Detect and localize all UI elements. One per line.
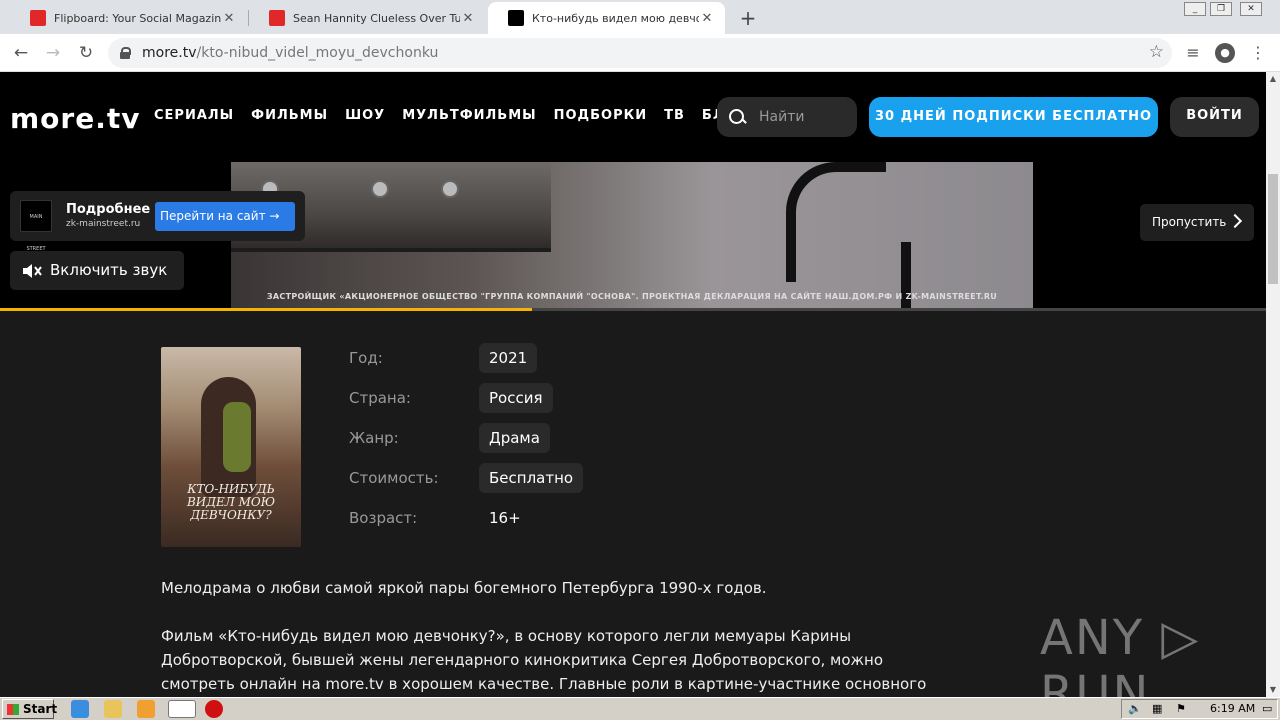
go-to-site-button[interactable]: Перейти на сайт → xyxy=(155,202,295,231)
movie-poster[interactable]: КТО-НИБУДЬ ВИДЕЛ МОЮ ДЕВЧОНКУ? xyxy=(161,347,301,547)
login-button[interactable]: ВОЙТИ xyxy=(1170,97,1259,137)
nav-collections[interactable]: ПОДБОРКИ xyxy=(554,108,648,123)
lock-icon xyxy=(120,47,131,59)
movie-description: Фильм «Кто-нибудь видел мою девчонку?», … xyxy=(161,627,927,693)
network-icon[interactable]: ▦ xyxy=(1152,700,1162,718)
site-header: more.tv СЕРИАЛЫ ФИЛЬМЫ ШОУ МУЛЬТФИЛЬМЫ П… xyxy=(0,72,1266,162)
moretv-icon xyxy=(508,10,524,26)
meta-label-age: Возраст: xyxy=(349,509,418,527)
scrollbar-thumb[interactable] xyxy=(1268,174,1278,284)
muted-speaker-icon xyxy=(23,264,42,278)
meta-value-price[interactable]: Бесплатно xyxy=(479,463,584,493)
faucet-image xyxy=(786,162,886,282)
meta-label-genre: Жанр: xyxy=(349,429,399,447)
close-tab-icon[interactable]: ✕ xyxy=(221,11,237,26)
moretv-logo[interactable]: more.tv xyxy=(10,102,140,135)
minimize-window-button[interactable]: _ xyxy=(1184,2,1206,16)
search-placeholder: Найти xyxy=(759,109,805,125)
nav-shows[interactable]: ШОУ xyxy=(345,108,385,123)
ad-domain: zk-mainstreet.ru xyxy=(66,219,141,229)
media-queue-icon[interactable]: ≡ xyxy=(1183,43,1203,63)
address-bar[interactable]: more.tv/kto-nibud_videl_moyu_devchonku ☆ xyxy=(108,38,1172,68)
poster-title: КТО-НИБУДЬ ВИДЕЛ МОЮ ДЕВЧОНКУ? xyxy=(186,482,276,522)
movie-description-lead: Мелодрама о любви самой яркой пары богем… xyxy=(161,579,767,597)
scroll-down-arrow-icon[interactable]: ▼ xyxy=(1266,683,1280,697)
meta-label-country: Страна: xyxy=(349,389,411,407)
volume-icon[interactable]: 🔈 xyxy=(1128,700,1142,718)
meta-label-price: Стоимость: xyxy=(349,469,439,487)
back-arrow-icon[interactable]: ← xyxy=(10,42,32,64)
meta-value-genre[interactable]: Драма xyxy=(479,423,550,453)
search-icon xyxy=(729,109,745,125)
start-button[interactable]: Start xyxy=(2,699,58,719)
meta-value-year[interactable]: 2021 xyxy=(479,343,538,373)
subscribe-button[interactable]: 30 ДНЕЙ ПОДПИСКИ БЕСПЛАТНО xyxy=(869,97,1158,137)
show-desktop-icon[interactable]: ▭ xyxy=(1262,700,1272,718)
close-window-button[interactable]: ✕ xyxy=(1240,2,1262,16)
media-player-icon[interactable] xyxy=(137,700,155,718)
ad-progress-bar xyxy=(0,308,1266,311)
skip-label: Пропустить xyxy=(1152,215,1227,229)
reload-icon[interactable]: ↻ xyxy=(75,42,97,64)
url-host: more.tv xyxy=(142,45,197,61)
file-explorer-icon[interactable] xyxy=(104,700,122,718)
scroll-up-arrow-icon[interactable]: ▲ xyxy=(1266,72,1280,86)
meta-label-year: Год: xyxy=(349,349,383,367)
antivirus-icon[interactable] xyxy=(205,700,223,718)
unmute-button[interactable]: Включить звук xyxy=(10,251,184,290)
nav-series[interactable]: СЕРИАЛЫ xyxy=(154,108,234,123)
url-path: /kto-nibud_videl_moyu_devchonku xyxy=(196,45,439,61)
meta-value-age: 16+ xyxy=(489,509,521,527)
bookmark-star-icon[interactable]: ☆ xyxy=(1149,42,1164,62)
browser-toolbar: ← → ↻ more.tv/kto-nibud_videl_moyu_devch… xyxy=(0,34,1280,72)
nav-tv[interactable]: ТВ xyxy=(664,108,685,123)
skip-ad-button[interactable]: Пропустить xyxy=(1140,204,1254,241)
flag-icon[interactable]: ⚑ xyxy=(1176,700,1186,718)
unmute-label: Включить звук xyxy=(50,261,168,279)
ad-more-label[interactable]: Подробнее xyxy=(66,202,150,217)
meta-value-country[interactable]: Россия xyxy=(479,383,553,413)
windows-taskbar: Start 🔈 ▦ ⚑ 6:19 AM ▭ xyxy=(0,697,1280,720)
tab-title: Sean Hannity Clueless Over Tucker C xyxy=(293,11,460,25)
ad-video-frame[interactable] xyxy=(231,162,1033,310)
tab-title: Кто-нибудь видел мою девчонку? xyxy=(532,11,699,25)
chevron-right-icon xyxy=(1227,213,1243,229)
browser-tab[interactable]: Flipboard: Your Social Magazine ✕ xyxy=(10,2,247,34)
start-label: Start xyxy=(23,702,58,716)
internet-explorer-icon[interactable] xyxy=(71,700,89,718)
forward-arrow-icon[interactable]: → xyxy=(42,42,64,64)
clock[interactable]: 6:19 AM xyxy=(1210,700,1255,718)
ad-info-panel: MAIN STREET Подробнее zk-mainstreet.ru П… xyxy=(10,191,305,252)
close-tab-icon[interactable]: ✕ xyxy=(699,11,715,26)
browser-tab-active[interactable]: Кто-нибудь видел мою девчонку? ✕ xyxy=(488,2,725,34)
ad-progress-fill xyxy=(0,308,532,311)
flipboard-icon xyxy=(269,10,285,26)
windows-logo-icon xyxy=(7,704,19,715)
menu-kebab-icon[interactable]: ⋮ xyxy=(1248,43,1268,63)
nav-cartoons[interactable]: МУЛЬТФИЛЬМЫ xyxy=(402,108,536,123)
system-tray: 🔈 ▦ ⚑ 6:19 AM ▭ xyxy=(1121,699,1278,719)
advertiser-logo: MAIN STREET xyxy=(20,200,52,252)
ad-caption: ЗАСТРОЙЩИК «АКЦИОНЕРНОЕ ОБЩЕСТВО "ГРУППА… xyxy=(266,292,998,301)
flipboard-icon xyxy=(30,10,46,26)
chrome-taskbar-icon[interactable] xyxy=(168,700,196,718)
browser-tab[interactable]: Sean Hannity Clueless Over Tucker C ✕ xyxy=(249,2,486,34)
close-tab-icon[interactable]: ✕ xyxy=(460,11,476,26)
video-player[interactable]: ЗАСТРОЙЩИК «АКЦИОНЕРНОЕ ОБЩЕСТВО "ГРУППА… xyxy=(0,162,1266,310)
new-tab-button[interactable]: + xyxy=(738,6,758,30)
nav-films[interactable]: ФИЛЬМЫ xyxy=(251,108,328,123)
page-scrollbar[interactable]: ▲ ▼ xyxy=(1266,72,1280,697)
tab-title: Flipboard: Your Social Magazine xyxy=(54,11,221,25)
search-input[interactable]: Найти xyxy=(717,97,857,137)
restore-window-button[interactable]: ❐ xyxy=(1210,2,1232,16)
web-page: more.tv СЕРИАЛЫ ФИЛЬМЫ ШОУ МУЛЬТФИЛЬМЫ П… xyxy=(0,72,1266,697)
anyrun-watermark: ANY ▷ RUN xyxy=(1040,610,1201,697)
browser-tab-strip: Flipboard: Your Social Magazine ✕ Sean H… xyxy=(0,0,1280,34)
profile-avatar-icon[interactable]: ● xyxy=(1215,43,1235,63)
main-nav: СЕРИАЛЫ ФИЛЬМЫ ШОУ МУЛЬТФИЛЬМЫ ПОДБОРКИ … xyxy=(154,108,746,123)
